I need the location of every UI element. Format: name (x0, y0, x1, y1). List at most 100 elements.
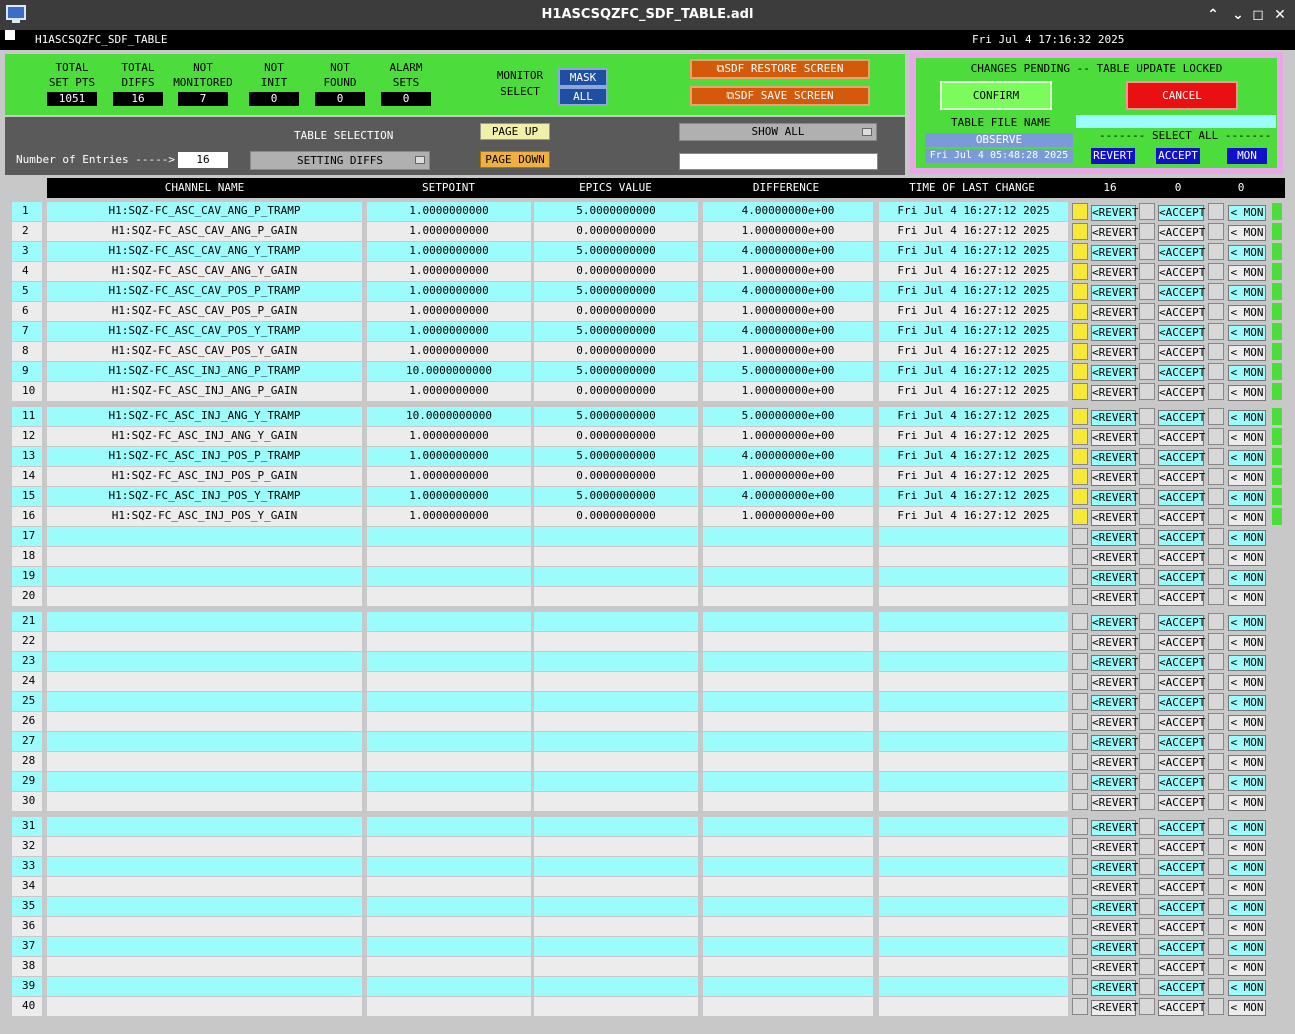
accept-button[interactable]: <ACCEPT (1158, 490, 1205, 506)
revert-button[interactable]: <REVERT (1091, 880, 1138, 896)
revert-button[interactable]: <REVERT (1091, 960, 1138, 976)
accept-button[interactable]: <ACCEPT (1158, 550, 1205, 566)
accept-select-checkbox[interactable] (1139, 793, 1155, 810)
revert-button[interactable]: <REVERT (1091, 385, 1138, 401)
revert-button[interactable]: <REVERT (1091, 860, 1138, 876)
mon-select-checkbox[interactable] (1208, 528, 1224, 545)
mon-button[interactable]: < MON (1228, 305, 1266, 321)
revert-select-checkbox[interactable] (1072, 733, 1088, 750)
revert-button[interactable]: <REVERT (1091, 450, 1138, 466)
accept-select-checkbox[interactable] (1139, 673, 1155, 690)
revert-button[interactable]: <REVERT (1091, 840, 1138, 856)
revert-select-checkbox[interactable] (1072, 488, 1088, 505)
mon-select-checkbox[interactable] (1208, 428, 1224, 445)
revert-select-checkbox[interactable] (1072, 818, 1088, 835)
accept-button[interactable]: <ACCEPT (1158, 225, 1205, 241)
accept-all-button[interactable]: ACCEPT (1156, 148, 1200, 164)
revert-select-checkbox[interactable] (1072, 468, 1088, 485)
accept-select-checkbox[interactable] (1139, 838, 1155, 855)
revert-select-checkbox[interactable] (1072, 548, 1088, 565)
mon-select-checkbox[interactable] (1208, 998, 1224, 1015)
mon-button[interactable]: < MON (1228, 860, 1266, 876)
revert-button[interactable]: <REVERT (1091, 305, 1138, 321)
mon-button[interactable]: < MON (1228, 960, 1266, 976)
accept-select-checkbox[interactable] (1139, 858, 1155, 875)
accept-button[interactable]: <ACCEPT (1158, 470, 1205, 486)
accept-select-checkbox[interactable] (1139, 283, 1155, 300)
mon-select-checkbox[interactable] (1208, 408, 1224, 425)
revert-select-checkbox[interactable] (1072, 568, 1088, 585)
mon-select-checkbox[interactable] (1208, 508, 1224, 525)
mon-select-checkbox[interactable] (1208, 878, 1224, 895)
mon-button[interactable]: < MON (1228, 285, 1266, 301)
mon-select-checkbox[interactable] (1208, 588, 1224, 605)
revert-button[interactable]: <REVERT (1091, 265, 1138, 281)
accept-button[interactable]: <ACCEPT (1158, 860, 1205, 876)
mon-button[interactable]: < MON (1228, 1000, 1266, 1016)
mon-button[interactable]: < MON (1228, 570, 1266, 586)
mon-select-checkbox[interactable] (1208, 633, 1224, 650)
filter-input[interactable] (679, 153, 878, 170)
shade-icon[interactable]: ⌄ (1228, 5, 1248, 25)
revert-button[interactable]: <REVERT (1091, 410, 1138, 426)
mon-button[interactable]: < MON (1228, 695, 1266, 711)
revert-button[interactable]: <REVERT (1091, 920, 1138, 936)
accept-button[interactable]: <ACCEPT (1158, 410, 1205, 426)
accept-button[interactable]: <ACCEPT (1158, 305, 1205, 321)
accept-button[interactable]: <ACCEPT (1158, 245, 1205, 261)
revert-select-checkbox[interactable] (1072, 838, 1088, 855)
accept-button[interactable]: <ACCEPT (1158, 735, 1205, 751)
all-button[interactable]: ALL (558, 87, 608, 106)
revert-button[interactable]: <REVERT (1091, 820, 1138, 836)
accept-select-checkbox[interactable] (1139, 343, 1155, 360)
revert-button[interactable]: <REVERT (1091, 775, 1138, 791)
revert-select-checkbox[interactable] (1072, 653, 1088, 670)
mon-button[interactable]: < MON (1228, 940, 1266, 956)
accept-select-checkbox[interactable] (1139, 488, 1155, 505)
setting-diffs-dropdown[interactable]: SETTING DIFFS (250, 151, 430, 170)
accept-button[interactable]: <ACCEPT (1158, 695, 1205, 711)
revert-button[interactable]: <REVERT (1091, 365, 1138, 381)
mon-button[interactable]: < MON (1228, 920, 1266, 936)
mon-select-checkbox[interactable] (1208, 693, 1224, 710)
accept-button[interactable]: <ACCEPT (1158, 345, 1205, 361)
mon-select-checkbox[interactable] (1208, 978, 1224, 995)
mon-button[interactable]: < MON (1228, 795, 1266, 811)
mask-button[interactable]: MASK (558, 68, 608, 87)
accept-select-checkbox[interactable] (1139, 568, 1155, 585)
accept-select-checkbox[interactable] (1139, 323, 1155, 340)
revert-select-checkbox[interactable] (1072, 408, 1088, 425)
page-up-button[interactable]: PAGE UP (480, 123, 550, 140)
revert-button[interactable]: <REVERT (1091, 530, 1138, 546)
revert-select-checkbox[interactable] (1072, 958, 1088, 975)
revert-select-checkbox[interactable] (1072, 693, 1088, 710)
revert-button[interactable]: <REVERT (1091, 940, 1138, 956)
revert-select-checkbox[interactable] (1072, 363, 1088, 380)
accept-select-checkbox[interactable] (1139, 753, 1155, 770)
accept-button[interactable]: <ACCEPT (1158, 920, 1205, 936)
revert-select-checkbox[interactable] (1072, 303, 1088, 320)
accept-select-checkbox[interactable] (1139, 998, 1155, 1015)
accept-button[interactable]: <ACCEPT (1158, 840, 1205, 856)
mon-select-checkbox[interactable] (1208, 448, 1224, 465)
accept-button[interactable]: <ACCEPT (1158, 365, 1205, 381)
accept-select-checkbox[interactable] (1139, 613, 1155, 630)
mon-button[interactable]: < MON (1228, 450, 1266, 466)
revert-select-checkbox[interactable] (1072, 223, 1088, 240)
accept-button[interactable]: <ACCEPT (1158, 715, 1205, 731)
mon-button[interactable]: < MON (1228, 530, 1266, 546)
mon-select-checkbox[interactable] (1208, 343, 1224, 360)
revert-button[interactable]: <REVERT (1091, 655, 1138, 671)
accept-select-checkbox[interactable] (1139, 878, 1155, 895)
cancel-button[interactable]: CANCEL (1126, 81, 1238, 110)
mon-button[interactable]: < MON (1228, 325, 1266, 341)
mon-select-checkbox[interactable] (1208, 673, 1224, 690)
mon-button[interactable]: < MON (1228, 265, 1266, 281)
revert-select-checkbox[interactable] (1072, 508, 1088, 525)
accept-select-checkbox[interactable] (1139, 918, 1155, 935)
mon-button[interactable]: < MON (1228, 675, 1266, 691)
accept-select-checkbox[interactable] (1139, 588, 1155, 605)
revert-button[interactable]: <REVERT (1091, 285, 1138, 301)
revert-button[interactable]: <REVERT (1091, 715, 1138, 731)
accept-button[interactable]: <ACCEPT (1158, 530, 1205, 546)
